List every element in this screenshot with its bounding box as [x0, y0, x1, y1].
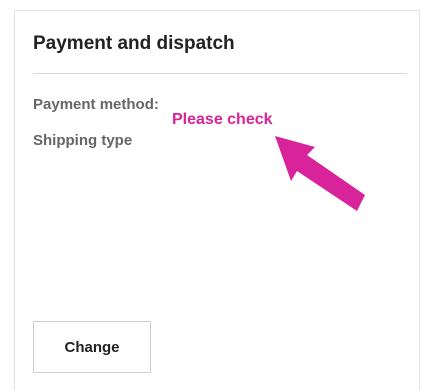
- shipping-type-label: Shipping type: [33, 132, 133, 149]
- panel-title: Payment and dispatch: [33, 33, 235, 54]
- change-button[interactable]: Change: [33, 321, 151, 373]
- payment-dispatch-panel: Payment and dispatch Payment method: Shi…: [14, 10, 420, 390]
- please-check-annotation: Please check: [172, 111, 273, 128]
- arrow-up-left-icon: [275, 136, 365, 211]
- divider: [33, 73, 407, 74]
- payment-method-label: Payment method:: [33, 96, 159, 113]
